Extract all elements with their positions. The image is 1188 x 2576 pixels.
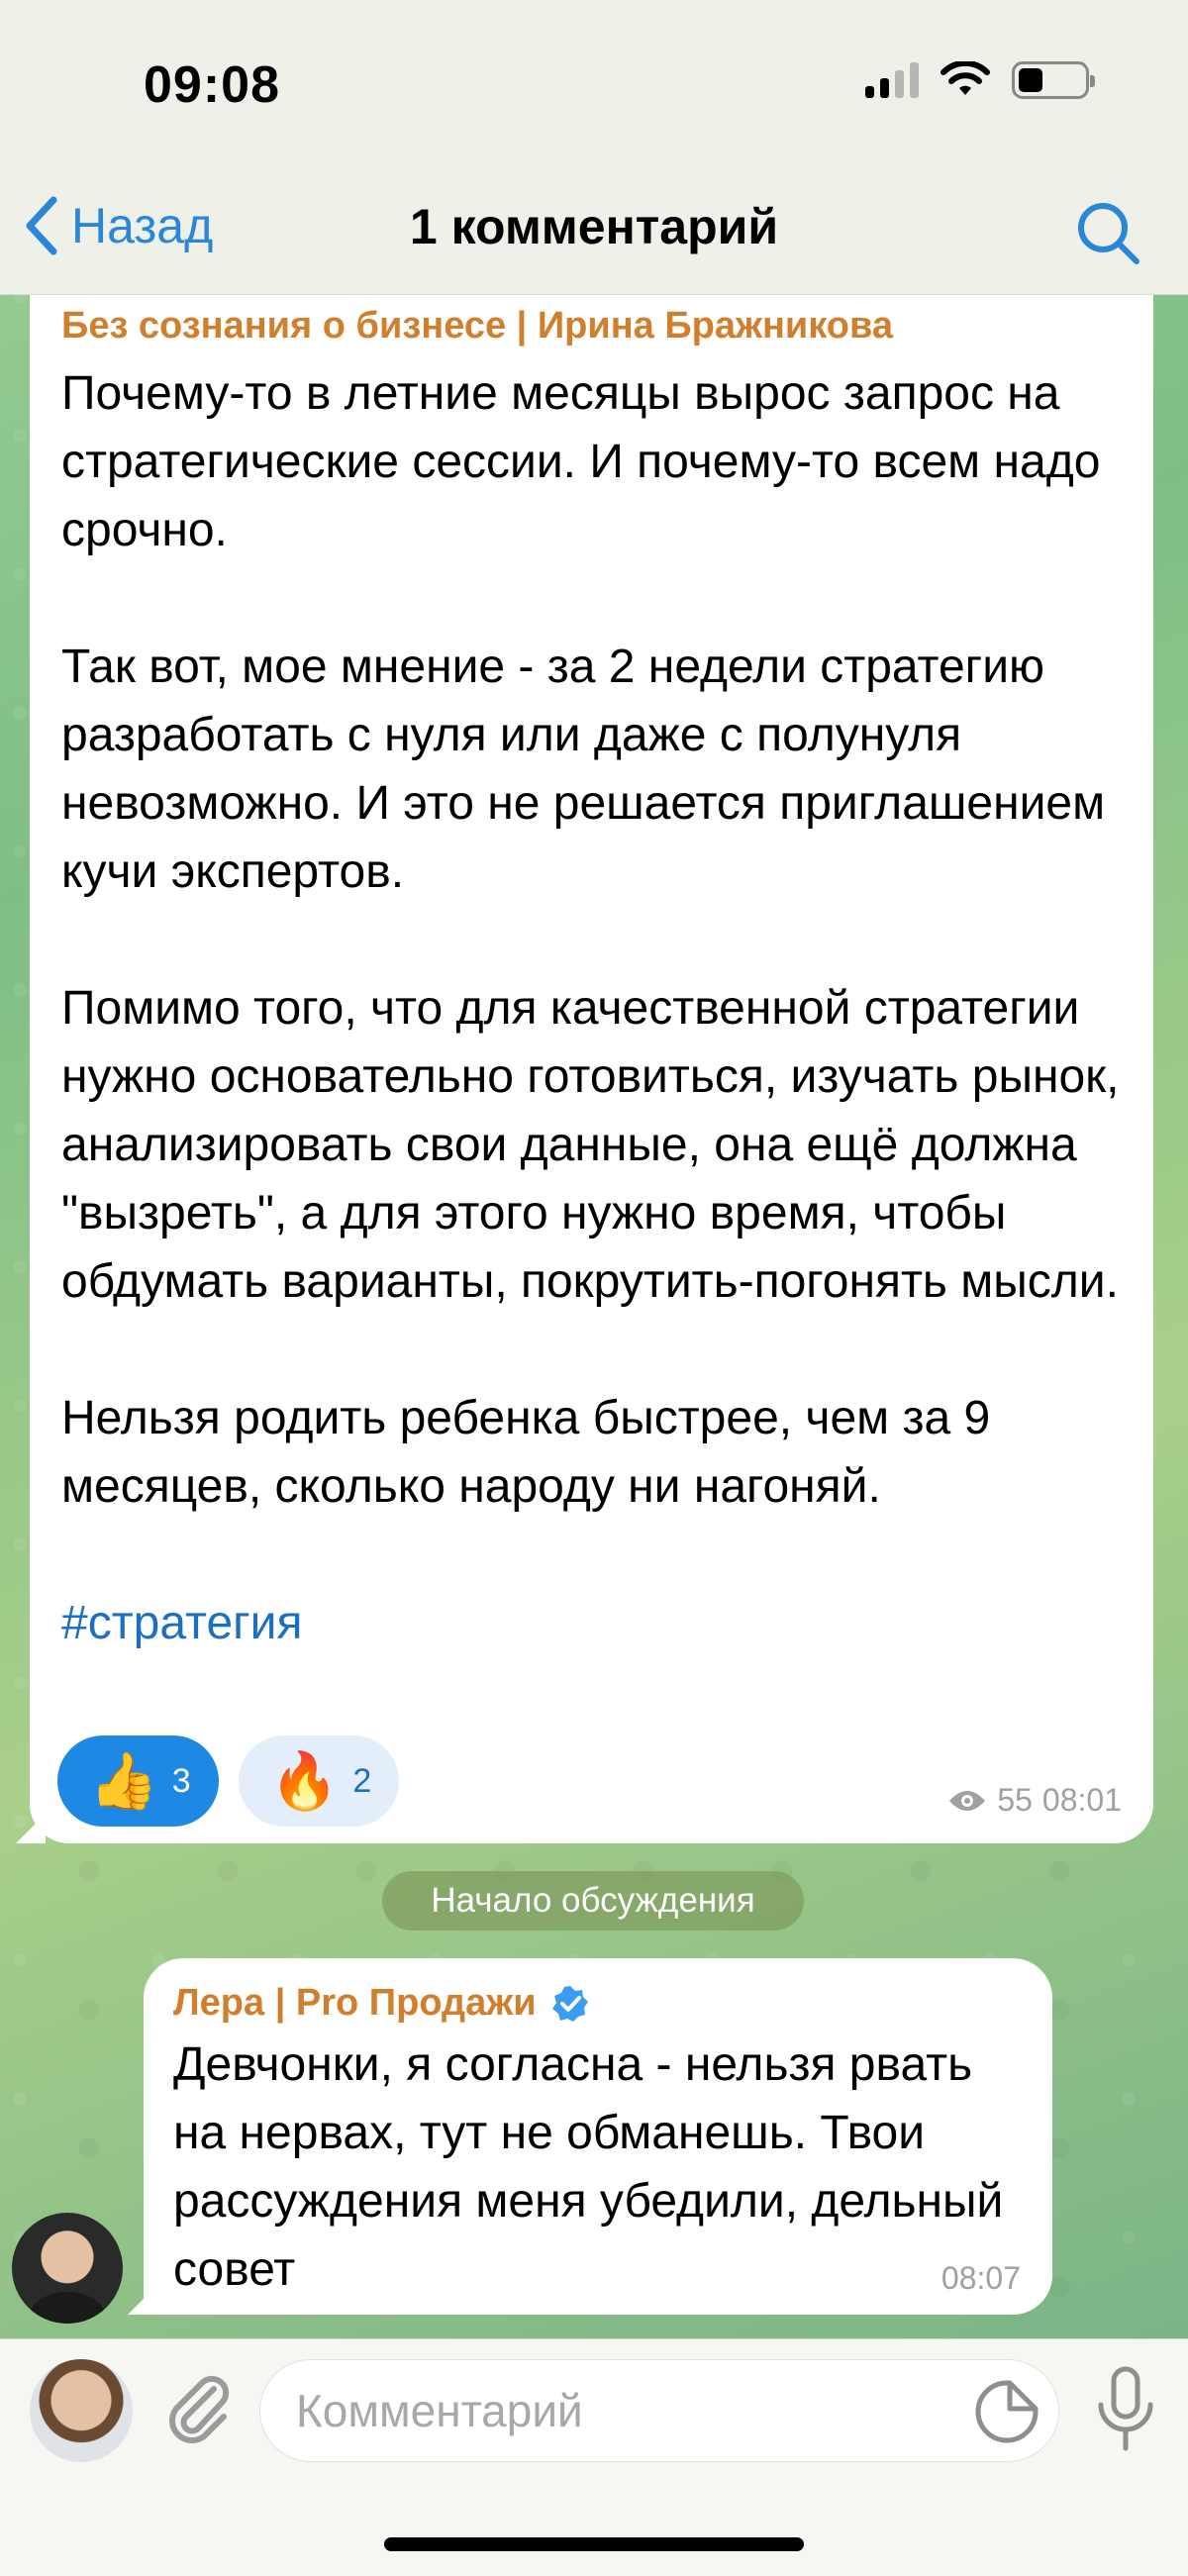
comment-time: 08:07 <box>940 2260 1021 2296</box>
sticker-icon[interactable] <box>974 2379 1040 2444</box>
hashtag-link[interactable]: #стратегия <box>61 1589 1122 1657</box>
reaction-fire[interactable]: 🔥 2 <box>238 1735 400 1827</box>
view-count: 55 <box>997 1782 1033 1818</box>
reactions: 👍 3 🔥 2 <box>57 1735 400 1827</box>
status-icons <box>865 61 1095 99</box>
post-paragraph: Почему-то в летние месяцы вырос запрос н… <box>61 367 1101 556</box>
top-bar: 09:08 Назад 1 комментарий <box>0 0 1188 295</box>
reaction-count: 3 <box>171 1761 191 1800</box>
search-icon[interactable] <box>1073 198 1142 267</box>
comment-input[interactable]: Комментарий <box>259 2359 1059 2462</box>
post-text: Почему-то в летние месяцы вырос запрос н… <box>61 359 1122 1521</box>
comment-placeholder: Комментарий <box>296 2385 583 2436</box>
reaction-count: 2 <box>352 1761 372 1800</box>
channel-post: Без сознания о бизнесе | Ирина Бражников… <box>30 257 1153 1843</box>
post-meta: 55 08:01 <box>947 1782 1122 1819</box>
discussion-start-label: Начало обсуждения <box>382 1871 804 1931</box>
post-paragraph: Нельзя родить ребенка быстрее, чем за 9 … <box>61 1392 991 1513</box>
eye-icon <box>949 1790 986 1811</box>
reaction-thumbs-up[interactable]: 👍 3 <box>57 1735 219 1827</box>
avatar[interactable] <box>12 2213 123 2324</box>
battery-icon <box>1012 61 1095 99</box>
home-indicator <box>384 2537 804 2551</box>
channel-name[interactable]: Без сознания о бизнесе | Ирина Бражников… <box>61 305 1122 347</box>
composer-bar: Комментарий <box>0 2338 1188 2576</box>
post-paragraph: Помимо того, что для качественной страте… <box>61 982 1120 1308</box>
thumbs-up-icon: 👍 <box>89 1749 158 1812</box>
verified-badge-icon <box>551 1985 588 2022</box>
comment-author[interactable]: Лера | Pro Продажи <box>173 1982 1021 2025</box>
wifi-icon <box>940 61 990 95</box>
cellular-signal-icon <box>865 62 919 98</box>
microphone-icon[interactable] <box>1089 2365 1162 2454</box>
page-title: 1 комментарий <box>409 199 779 254</box>
author-name: Лера | Pro Продажи <box>173 1982 537 2024</box>
avatar[interactable] <box>30 2359 133 2462</box>
post-time: 08:01 <box>1041 1782 1122 1818</box>
comment-bubble: Лера | Pro Продажи Девчонки, я согласна … <box>144 1958 1052 2315</box>
comment-text: Девчонки, я согласна - нельзя рвать на н… <box>173 2038 1004 2296</box>
paperclip-icon[interactable] <box>158 2367 238 2446</box>
status-time: 09:08 <box>144 56 280 114</box>
post-paragraph: Так вот, мое мнение - за 2 недели страте… <box>61 641 1106 898</box>
fire-icon: 🔥 <box>269 1749 340 1812</box>
